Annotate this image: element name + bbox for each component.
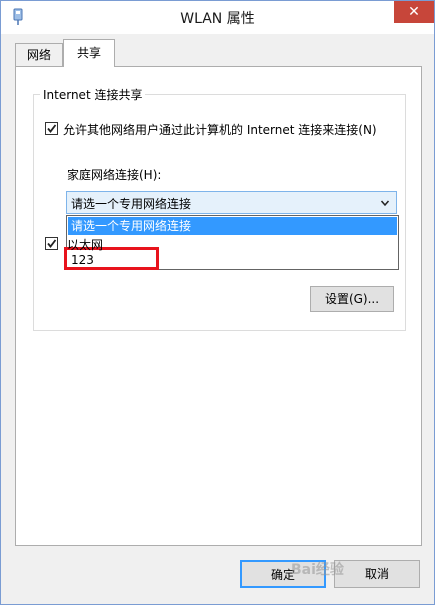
tab-network[interactable]: 网络	[15, 43, 63, 67]
checkmark-icon	[47, 124, 57, 133]
group-title: Internet 连接共享	[40, 86, 146, 103]
allow-share-label: 允许其他网络用户通过此计算机的 Internet 连接来连接(N)	[63, 123, 377, 137]
dropdown-option-placeholder[interactable]: 请选一个专用网络连接	[68, 217, 397, 235]
title-bar: WLAN 属性 ✕	[1, 1, 434, 34]
cancel-button[interactable]: 取消	[334, 560, 420, 588]
home-network-select-value: 请选一个专用网络连接	[71, 197, 192, 211]
settings-button[interactable]: 设置(G)...	[310, 286, 394, 312]
allow-share-checkbox[interactable]	[45, 122, 58, 135]
close-button[interactable]: ✕	[394, 1, 434, 23]
home-network-label: 家庭网络连接(H):	[67, 168, 162, 182]
checkmark-icon	[47, 239, 57, 248]
tab-sharing[interactable]: 共享	[63, 39, 115, 67]
wlan-properties-dialog: WLAN 属性 ✕ 网络 共享 Internet 连接共享 允许其他网络用户通过…	[0, 0, 435, 605]
ok-button[interactable]: 确定	[240, 560, 326, 588]
home-network-select[interactable]: 请选一个专用网络连接	[66, 191, 397, 214]
sharing-tab-panel: Internet 连接共享 允许其他网络用户通过此计算机的 Internet 连…	[15, 66, 422, 546]
allow-control-checkbox[interactable]	[45, 237, 58, 250]
chevron-down-icon	[380, 200, 390, 207]
dropdown-option-ethernet[interactable]: 以太网	[67, 236, 103, 253]
close-icon: ✕	[408, 4, 420, 20]
window-title: WLAN 属性	[180, 11, 255, 27]
